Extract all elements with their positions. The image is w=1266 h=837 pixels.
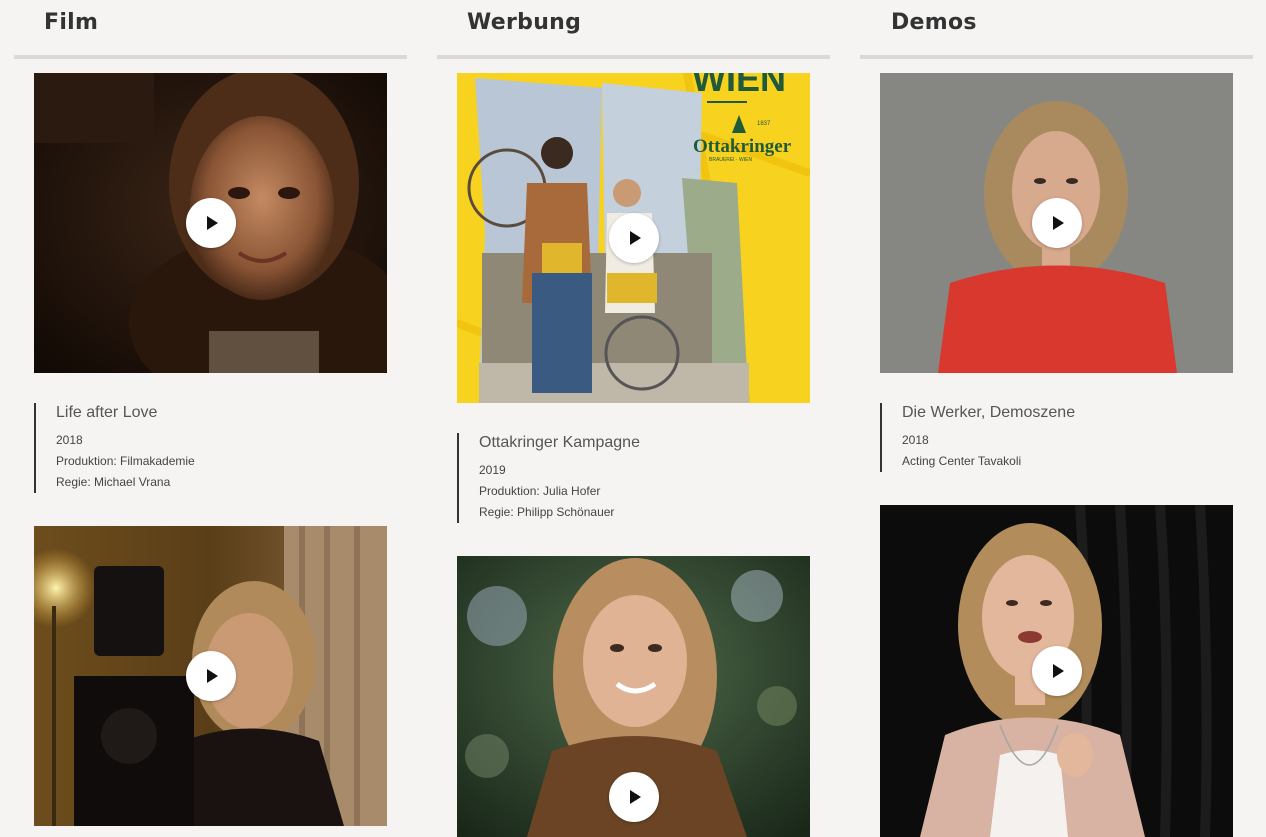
video-thumbnail-demos-2[interactable] bbox=[880, 505, 1233, 837]
video-year: 2018 bbox=[56, 433, 83, 447]
column-demos: Demos Die Werker, Demoszene 2018 Acting … bbox=[860, 0, 1253, 837]
video-thumbnail-film-2[interactable] bbox=[34, 526, 387, 826]
video-year: 2019 bbox=[479, 463, 506, 477]
column-film: Film Life after Love 2018 Produktion: Fi… bbox=[14, 0, 407, 837]
ad-city-text: WIEN bbox=[692, 73, 786, 99]
video-thumbnail-werbung-2[interactable] bbox=[457, 556, 810, 837]
play-icon bbox=[629, 231, 641, 245]
play-button[interactable] bbox=[185, 651, 236, 701]
video-title: Ottakringer Kampagne bbox=[479, 434, 640, 451]
play-button[interactable] bbox=[608, 213, 659, 263]
video-thumbnail-ottakringer-kampagne[interactable]: WIEN 1837 Ottakringer BRAUEREI · WIEN bbox=[457, 73, 810, 403]
video-director: Regie: Michael Vrana bbox=[56, 475, 171, 489]
ad-brand-subline: BRAUEREI · WIEN bbox=[709, 157, 752, 163]
video-info-die-werker: Die Werker, Demoszene 2018 Acting Center… bbox=[880, 403, 1222, 472]
video-production: Produktion: Filmakademie bbox=[56, 454, 195, 468]
ad-brand-logo: Ottakringer bbox=[693, 136, 792, 157]
page: Film Life after Love 2018 Produktion: Fi… bbox=[0, 0, 1266, 837]
play-icon bbox=[1052, 664, 1064, 678]
video-title: Die Werker, Demoszene bbox=[902, 404, 1076, 421]
video-production: Acting Center Tavakoli bbox=[902, 454, 1022, 468]
video-thumbnail-die-werker[interactable] bbox=[880, 73, 1233, 373]
video-title: Life after Love bbox=[56, 404, 158, 421]
play-icon bbox=[629, 790, 641, 804]
play-button[interactable] bbox=[608, 772, 659, 822]
column-title-film: Film bbox=[44, 10, 99, 35]
ad-brand-year: 1837 bbox=[757, 121, 771, 127]
column-divider bbox=[14, 55, 407, 59]
video-info-ottakringer-kampagne: Ottakringer Kampagne 2019 Produktion: Ju… bbox=[457, 433, 799, 523]
play-icon bbox=[206, 669, 218, 683]
video-director: Regie: Philipp Schönauer bbox=[479, 505, 615, 519]
column-divider bbox=[860, 55, 1253, 59]
play-icon bbox=[206, 216, 218, 230]
play-icon bbox=[1052, 216, 1064, 230]
video-year: 2018 bbox=[902, 433, 929, 447]
play-button[interactable] bbox=[185, 198, 236, 248]
column-werbung: Werbung WIEN 1837 Ottakringer BRAUEREI ·… bbox=[437, 0, 830, 837]
column-title-demos: Demos bbox=[891, 10, 977, 35]
video-info-life-after-love: Life after Love 2018 Produktion: Filmaka… bbox=[34, 403, 376, 493]
video-production: Produktion: Julia Hofer bbox=[479, 484, 601, 498]
column-title-werbung: Werbung bbox=[467, 10, 582, 35]
video-thumbnail-life-after-love[interactable] bbox=[34, 73, 387, 373]
play-button[interactable] bbox=[1031, 198, 1082, 248]
play-button[interactable] bbox=[1031, 646, 1082, 696]
column-divider bbox=[437, 55, 830, 59]
